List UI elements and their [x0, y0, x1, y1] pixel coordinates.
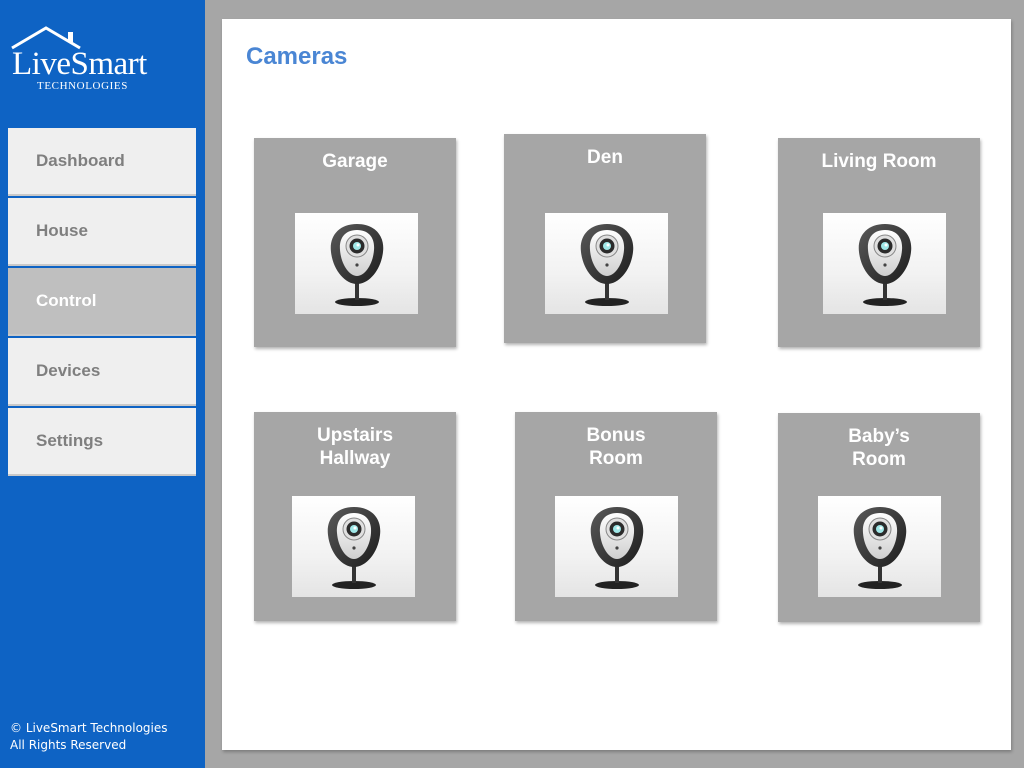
nav-item-label: Settings — [36, 431, 104, 450]
nav-item-devices[interactable]: Devices — [8, 338, 196, 406]
camera-tile-den[interactable]: Den — [504, 134, 706, 343]
camera-label: Bonus Room — [586, 425, 646, 469]
main-panel: Cameras Garage Den Living Room Upstairs … — [222, 19, 1011, 750]
webcam-icon — [295, 213, 418, 314]
camera-label: Upstairs Hallway — [316, 425, 394, 469]
sidebar: LiveSmart TECHNOLOGIES Dashboard House C… — [0, 0, 205, 768]
nav-item-label: Devices — [36, 361, 101, 380]
camera-label: Baby’s Room — [848, 426, 910, 470]
webcam-icon — [818, 496, 941, 597]
camera-tile-upstairs-hallway[interactable]: Upstairs Hallway — [254, 412, 456, 621]
webcam-icon — [555, 496, 678, 597]
nav-item-label: Dashboard — [36, 151, 125, 170]
webcam-icon — [545, 213, 668, 314]
sidebar-nav: Dashboard House Control Devices Settings — [8, 128, 196, 478]
logo-wordmark: LiveSmart — [12, 46, 147, 82]
camera-label: Living Room — [821, 151, 937, 172]
nav-item-label: Control — [36, 291, 97, 310]
logo-tagline: TECHNOLOGIES — [37, 80, 128, 92]
webcam-icon — [823, 213, 946, 314]
nav-item-dashboard[interactable]: Dashboard — [8, 128, 196, 196]
nav-item-house[interactable]: House — [8, 198, 196, 266]
nav-item-control[interactable]: Control — [8, 268, 196, 336]
camera-label: Garage — [322, 151, 388, 172]
nav-item-label: House — [36, 221, 88, 240]
camera-tile-babys-room[interactable]: Baby’s Room — [778, 413, 980, 622]
webcam-icon — [292, 496, 415, 597]
camera-tile-garage[interactable]: Garage — [254, 138, 456, 347]
camera-tile-bonus-room[interactable]: Bonus Room — [515, 412, 717, 621]
copyright-text: © LiveSmart Technologies — [10, 721, 168, 735]
copyright-footer: © LiveSmart Technologies All Rights Rese… — [10, 720, 168, 754]
page-title: Cameras — [246, 43, 348, 70]
livesmart-logo[interactable]: LiveSmart TECHNOLOGIES — [10, 26, 180, 96]
camera-label: Den — [587, 147, 623, 168]
nav-item-settings[interactable]: Settings — [8, 408, 196, 476]
rights-text: All Rights Reserved — [10, 738, 127, 752]
camera-tile-living-room[interactable]: Living Room — [778, 138, 980, 347]
